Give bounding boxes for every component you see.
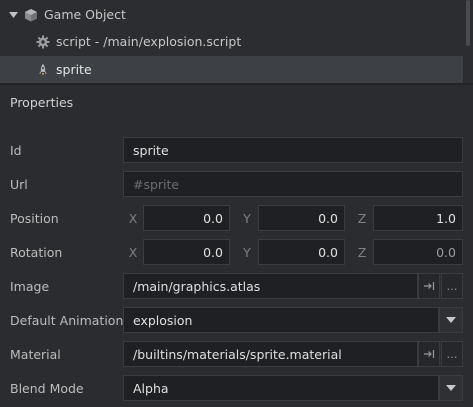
default-animation-select[interactable]: explosion: [123, 307, 439, 333]
ellipsis-icon: …: [446, 347, 458, 361]
id-label: Id: [10, 143, 22, 158]
ellipsis-icon: …: [446, 279, 458, 293]
rotation-label: Rotation: [10, 245, 63, 260]
material-goto-button[interactable]: [418, 341, 440, 367]
rotation-y-label: Y: [243, 245, 251, 260]
outline-item-label: Game Object: [44, 7, 126, 22]
chevron-down-icon: [446, 384, 456, 391]
url-label: Url: [10, 177, 28, 192]
url-field[interactable]: #sprite: [123, 171, 463, 197]
position-x-field[interactable]: 0.0: [143, 205, 230, 231]
outline-panel: Game Object script - /main/explosion.scr…: [0, 0, 473, 83]
image-browse-button[interactable]: …: [441, 273, 463, 299]
outline-item-sprite[interactable]: sprite: [0, 56, 463, 83]
sprite-rocket-icon: [36, 63, 50, 77]
position-z-label: Z: [357, 211, 367, 226]
outline-item-game-object[interactable]: Game Object: [0, 1, 463, 28]
goto-icon: [424, 350, 435, 358]
rotation-z-label: Z: [357, 245, 367, 260]
default-animation-label: Default Animation: [10, 313, 124, 328]
position-z-field[interactable]: 1.0: [373, 205, 463, 231]
chevron-down-icon[interactable]: [7, 11, 19, 19]
position-label: Position: [10, 211, 59, 226]
default-animation-dropdown-button[interactable]: [439, 307, 463, 333]
gear-icon: [36, 35, 50, 49]
outline-scrollbar[interactable]: [466, 0, 470, 46]
rotation-y-field[interactable]: 0.0: [258, 239, 345, 265]
rotation-x-field[interactable]: 0.0: [143, 239, 230, 265]
outline-item-label: script - /main/explosion.script: [56, 34, 242, 49]
position-y-field[interactable]: 0.0: [258, 205, 345, 231]
image-goto-button[interactable]: [418, 273, 440, 299]
image-field[interactable]: /main/graphics.atlas: [123, 273, 418, 299]
position-x-label: X: [128, 211, 138, 226]
material-field[interactable]: /builtins/materials/sprite.material: [123, 341, 418, 367]
properties-panel: Properties Id sprite Url #sprite Positio…: [0, 85, 473, 407]
outline-item-label: sprite: [56, 62, 92, 77]
image-label: Image: [10, 279, 50, 294]
blend-mode-select[interactable]: Alpha: [123, 375, 439, 401]
material-label: Material: [10, 347, 61, 362]
material-browse-button[interactable]: …: [441, 341, 463, 367]
position-y-label: Y: [243, 211, 251, 226]
game-object-cube-icon: [24, 8, 38, 22]
chevron-down-icon: [446, 316, 456, 323]
goto-icon: [424, 282, 435, 290]
outline-item-script[interactable]: script - /main/explosion.script: [0, 28, 463, 55]
blend-mode-label: Blend Mode: [10, 381, 84, 396]
rotation-z-field[interactable]: 0.0: [373, 239, 463, 265]
properties-title: Properties: [10, 95, 74, 110]
id-field[interactable]: sprite: [123, 137, 463, 163]
rotation-x-label: X: [128, 245, 138, 260]
blend-mode-dropdown-button[interactable]: [439, 375, 463, 401]
